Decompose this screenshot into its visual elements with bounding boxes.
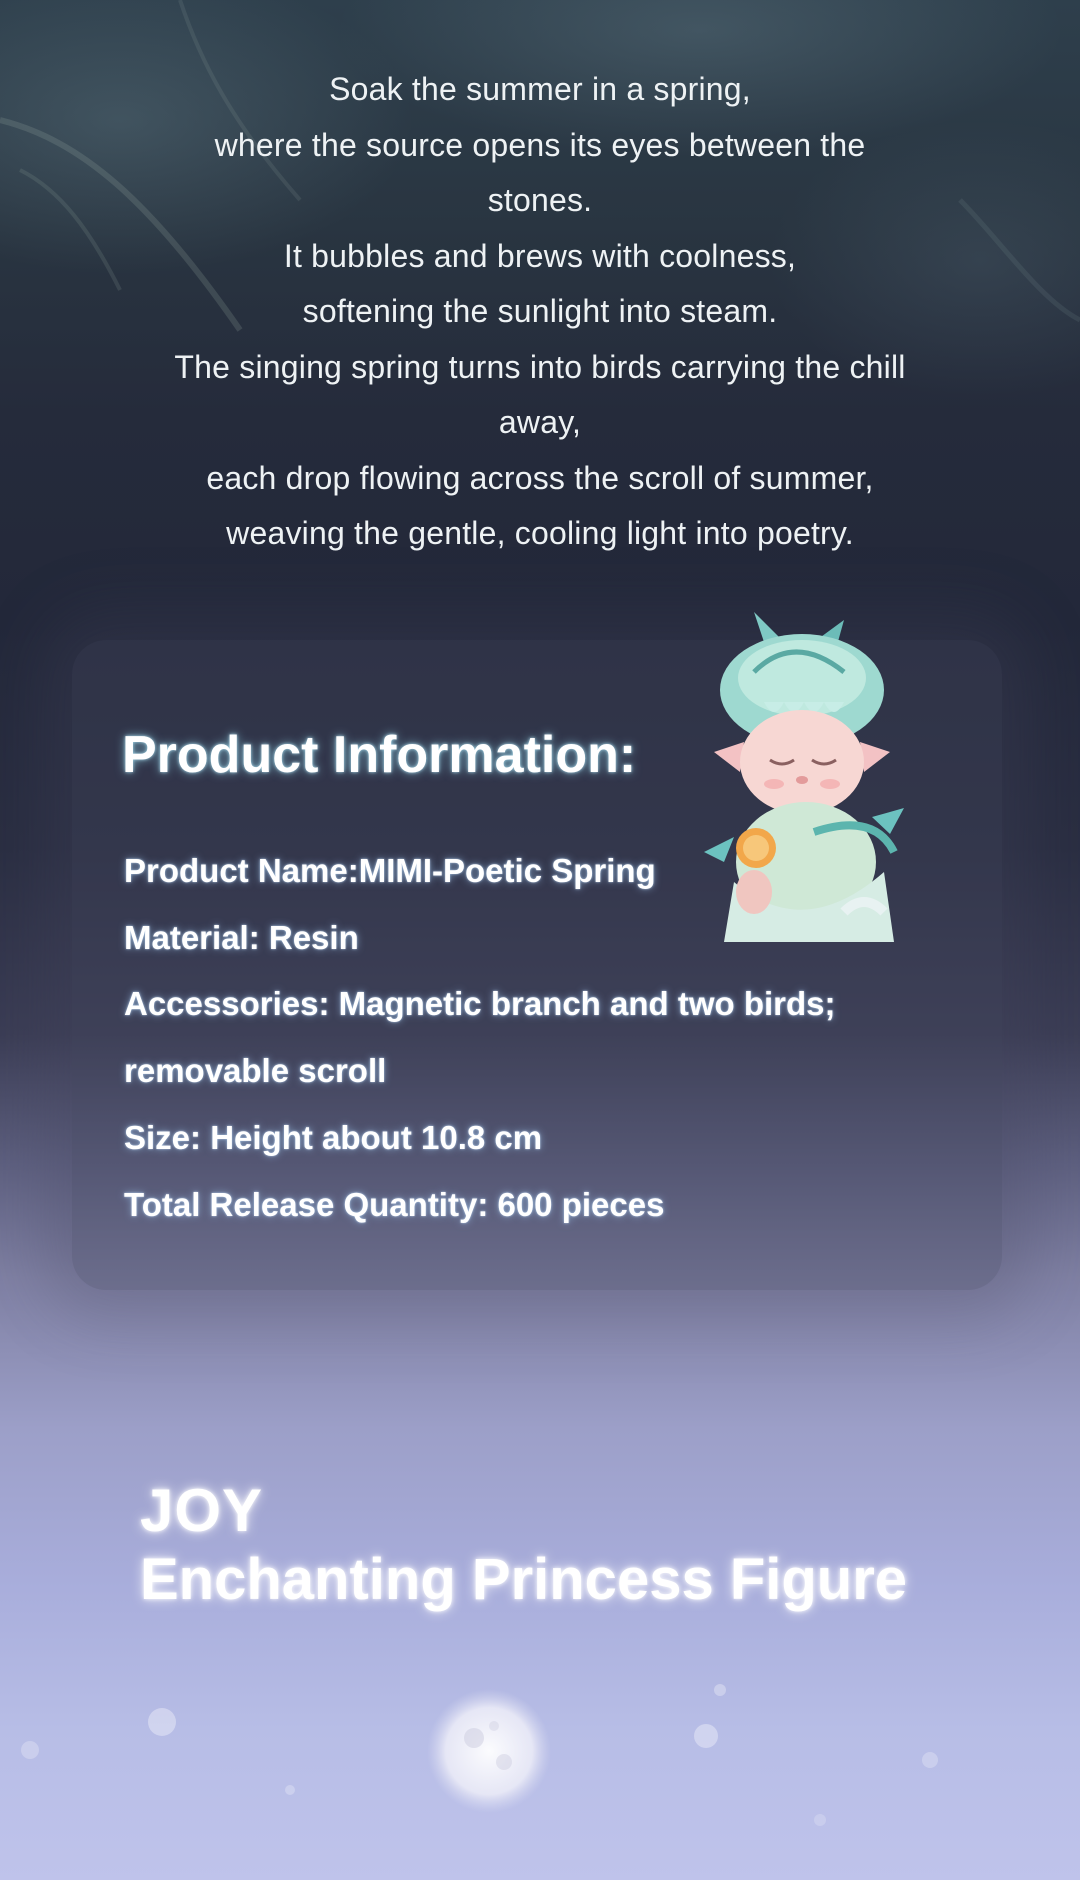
brand-name: JOY	[140, 1477, 264, 1544]
poem-line: where the source opens its eyes between …	[214, 126, 866, 219]
poem-line: Soak the summer in a spring,	[329, 71, 751, 107]
material-row: Material: Resin	[124, 918, 359, 956]
accessories-row-continued: removable scroll	[124, 1052, 387, 1090]
poem-line: It bubbles and brews with coolness,	[283, 237, 797, 274]
poem-line: softening the sunlight into steam.	[302, 293, 778, 329]
accessories-row: Accessories: Magnetic branch and two bir…	[124, 985, 836, 1023]
product-title: Enchanting Princess Figure	[140, 1547, 908, 1612]
poem-line: weaving the gentle, cooling light into p…	[226, 515, 854, 551]
poem-line: each drop flowing across the scroll of s…	[206, 459, 874, 496]
poem-line: The singing spring turns into birds carr…	[174, 348, 906, 441]
product-info-list: Product Name:MIMI-Poetic Spring Material…	[124, 838, 836, 1238]
release-quantity-row: Total Release Quantity: 600 pieces	[124, 1185, 665, 1223]
product-info-heading: Product Information:	[122, 726, 637, 784]
size-row: Size: Height about 10.8 cm	[124, 1118, 543, 1156]
product-name-row: Product Name:MIMI-Poetic Spring	[124, 852, 656, 889]
next-product-title: JOY Enchanting Princess Figure	[140, 1478, 907, 1616]
moon-icon	[427, 1689, 551, 1813]
poem: Soak the summer in a spring, where the s…	[140, 62, 940, 562]
